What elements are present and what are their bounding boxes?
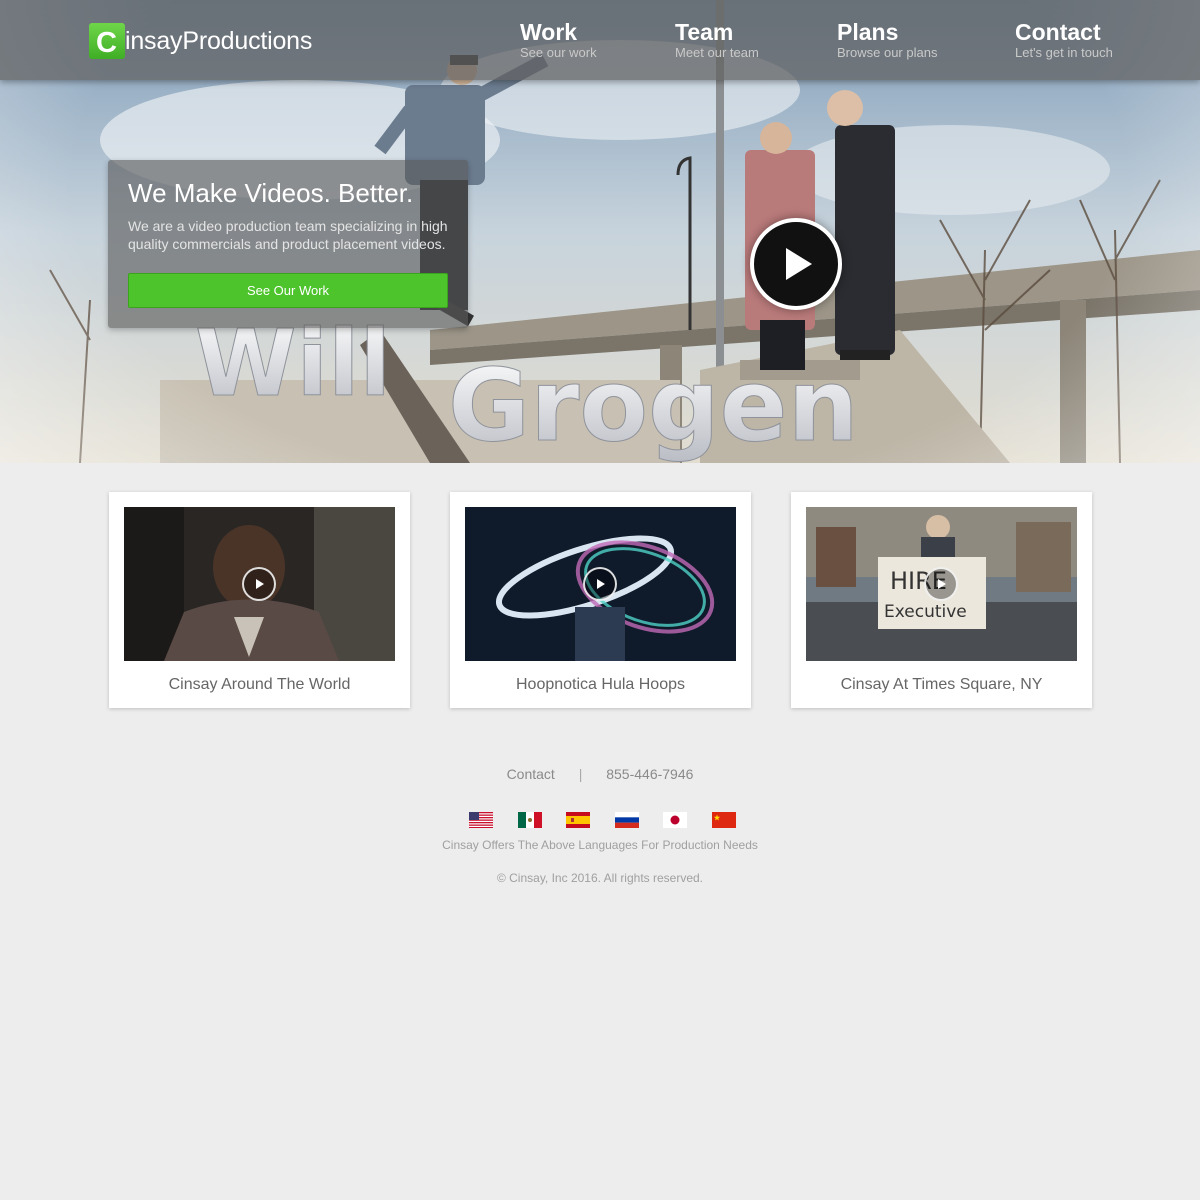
flag-usa-icon[interactable] [469, 812, 493, 828]
svg-text:Executive: Executive [884, 602, 967, 622]
nav-plans[interactable]: Plans Browse our plans [837, 18, 937, 60]
play-icon [256, 579, 264, 589]
video-card[interactable]: Cinsay Around The World [109, 492, 410, 708]
logo-badge: C [89, 23, 125, 59]
hero-intro-card: We Make Videos. Better. We are a video p… [108, 160, 468, 328]
see-our-work-button[interactable]: See Our Work [128, 273, 448, 308]
flag-china-icon[interactable] [711, 812, 736, 828]
video-title[interactable]: Cinsay At Times Square, NY [791, 676, 1092, 694]
nav-team[interactable]: Team Meet our team [675, 18, 759, 60]
footer-divider: | [578, 766, 583, 782]
nav-work[interactable]: Work See our work [520, 18, 597, 60]
play-icon [597, 579, 605, 589]
footer-phone-link[interactable]: 855-446-7946 [606, 766, 693, 782]
logo-c-icon: C [96, 27, 117, 55]
nav-contact-title: Contact [1015, 19, 1101, 45]
hero-play-button[interactable] [750, 218, 842, 310]
hero-title: We Make Videos. Better. [128, 178, 414, 208]
video-thumbnail[interactable] [124, 507, 395, 661]
languages-note: Cinsay Offers The Above Languages For Pr… [442, 838, 758, 852]
footer-contact-link[interactable]: Contact [507, 766, 555, 782]
nav-contact-subtitle: Let's get in touch [1015, 45, 1113, 60]
site-header: C insayProductions Work See our work Tea… [0, 0, 1200, 80]
flag-mexico-icon[interactable] [517, 812, 542, 828]
video-thumbnail[interactable]: HIRE Executive [806, 507, 1077, 661]
video-thumbnail[interactable] [465, 507, 736, 661]
video-title[interactable]: Cinsay Around The World [109, 676, 410, 694]
video-title[interactable]: Hoopnotica Hula Hoops [450, 676, 751, 694]
play-button[interactable] [242, 567, 276, 601]
copyright: © Cinsay, Inc 2016. All rights reserved. [496, 871, 704, 885]
nav-plans-subtitle: Browse our plans [837, 45, 938, 60]
nav-work-title: Work [520, 19, 578, 45]
nav-contact[interactable]: Contact Let's get in touch [1015, 18, 1113, 60]
video-card[interactable]: HIRE Executive Cinsay At Times Square, N… [791, 492, 1092, 708]
overlay-word-grogen: Grogen [448, 347, 859, 463]
nav-team-subtitle: Meet our team [675, 45, 759, 60]
play-icon [938, 579, 946, 589]
nav-team-title: Team [675, 19, 734, 45]
hero-description: We are a video production team specializ… [128, 218, 448, 252]
brand-name: insayProductions [125, 26, 313, 55]
flag-japan-icon[interactable] [663, 812, 687, 828]
video-card[interactable]: Hoopnotica Hula Hoops [450, 492, 751, 708]
footer-links: Contact | 855-446-7946 [0, 766, 1200, 782]
svg-text:C: C [96, 27, 117, 55]
flag-russia-icon[interactable] [614, 812, 639, 828]
flag-spain-icon[interactable] [566, 812, 590, 828]
nav-work-subtitle: See our work [520, 45, 597, 60]
site-logo[interactable]: C insayProductions [89, 22, 312, 60]
play-button[interactable] [924, 567, 958, 601]
nav-plans-title: Plans [837, 19, 899, 45]
language-flags [469, 812, 760, 828]
play-button[interactable] [583, 567, 617, 601]
play-icon [786, 248, 812, 280]
